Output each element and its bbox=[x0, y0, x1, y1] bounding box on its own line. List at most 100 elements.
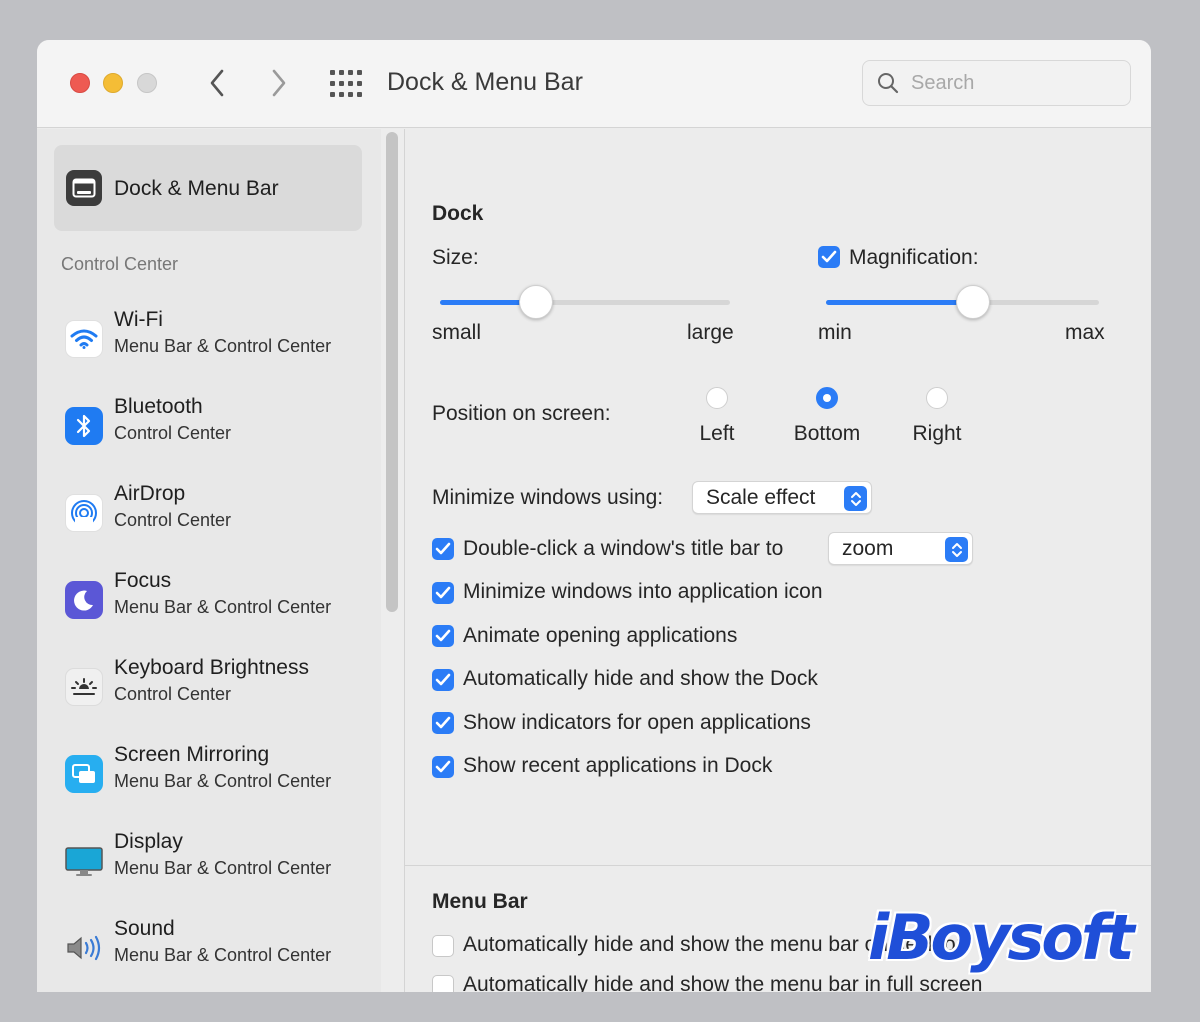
section-divider bbox=[405, 865, 1151, 866]
sidebar-item-dock-menu-bar[interactable]: Dock & Menu Bar bbox=[54, 145, 362, 231]
dock-menu-bar-icon bbox=[66, 170, 102, 206]
sidebar-item-subtitle: Control Center bbox=[114, 684, 232, 704]
minimize-into-icon-checkbox[interactable] bbox=[432, 582, 454, 604]
position-left-label: Left bbox=[699, 422, 735, 445]
show-recent-apps-label: Show recent applications in Dock bbox=[463, 754, 773, 777]
sidebar-item-title: Wi-Fi bbox=[114, 308, 163, 331]
airdrop-icon bbox=[65, 494, 103, 532]
screen-mirroring-icon bbox=[65, 755, 103, 793]
system-preferences-window: Dock & Menu Bar Dock & Menu Bar Control … bbox=[37, 40, 1151, 992]
up-down-chevron-icon bbox=[945, 537, 968, 562]
sidebar-item-subtitle: Menu Bar & Control Center bbox=[114, 771, 332, 791]
position-label: Position on screen: bbox=[432, 402, 611, 425]
magnification-checkbox[interactable] bbox=[818, 246, 840, 268]
chevron-right-icon bbox=[272, 69, 286, 97]
search-field[interactable] bbox=[862, 60, 1131, 106]
search-icon bbox=[878, 73, 899, 94]
magnification-slider[interactable] bbox=[826, 285, 1099, 319]
position-right-label: Right bbox=[912, 422, 962, 445]
show-indicators-checkbox[interactable] bbox=[432, 712, 454, 734]
checkmark-icon bbox=[435, 716, 451, 729]
checkmark-icon bbox=[435, 673, 451, 686]
double-click-action-popup[interactable]: zoom bbox=[828, 532, 973, 565]
magnification-slider-knob[interactable] bbox=[956, 285, 990, 319]
position-right-radio[interactable] bbox=[926, 387, 948, 409]
sidebar: Dock & Menu Bar Control Center Wi-Fi Men… bbox=[37, 129, 381, 992]
size-max-label: large bbox=[687, 321, 734, 344]
sidebar-item-display[interactable]: Display Menu Bar & Control Center bbox=[37, 827, 381, 897]
sidebar-scroll-thumb[interactable] bbox=[386, 132, 398, 612]
position-bottom-label: Bottom bbox=[793, 422, 861, 445]
checkmark-icon bbox=[435, 542, 451, 555]
sidebar-item-subtitle: Menu Bar & Control Center bbox=[114, 858, 332, 878]
wifi-icon bbox=[65, 320, 103, 358]
sidebar-item-title: Screen Mirroring bbox=[114, 743, 270, 766]
search-input[interactable] bbox=[911, 71, 1111, 95]
up-down-chevron-icon bbox=[844, 486, 867, 511]
minimize-button[interactable] bbox=[103, 73, 123, 93]
keyboard-brightness-icon bbox=[65, 668, 103, 706]
sidebar-item-bluetooth[interactable]: Bluetooth Control Center bbox=[37, 392, 381, 462]
minimize-effect-value: Scale effect bbox=[706, 485, 816, 509]
sidebar-item-keyboard-brightness[interactable]: Keyboard Brightness Control Center bbox=[37, 653, 381, 723]
double-click-action-value: zoom bbox=[842, 536, 894, 560]
zoom-button bbox=[137, 73, 157, 93]
sidebar-item-focus[interactable]: Focus Menu Bar & Control Center bbox=[37, 566, 381, 636]
show-all-grid-icon[interactable] bbox=[329, 69, 363, 99]
sidebar-item-screen-mirroring[interactable]: Screen Mirroring Menu Bar & Control Cent… bbox=[37, 740, 381, 810]
size-min-label: small bbox=[432, 321, 482, 344]
position-left-radio[interactable] bbox=[706, 387, 728, 409]
sidebar-item-title: Focus bbox=[114, 569, 172, 592]
autohide-dock-checkbox[interactable] bbox=[432, 669, 454, 691]
iboysoft-watermark: iBoysoft bbox=[868, 901, 1135, 974]
show-indicators-label: Show indicators for open applications bbox=[463, 711, 811, 734]
sidebar-item-wifi[interactable]: Wi-Fi Menu Bar & Control Center bbox=[37, 305, 381, 375]
sidebar-item-subtitle: Menu Bar & Control Center bbox=[114, 336, 332, 356]
animate-opening-label: Animate opening applications bbox=[463, 624, 738, 647]
checkmark-icon bbox=[435, 586, 451, 599]
double-click-label: Double-click a window's title bar to bbox=[463, 537, 784, 560]
magnification-slider-fill bbox=[826, 300, 973, 305]
magnification-max-label: max bbox=[1065, 321, 1105, 344]
close-button[interactable] bbox=[70, 73, 90, 93]
autohide-menubar-desktop-checkbox[interactable] bbox=[432, 935, 454, 957]
sidebar-section-header: Control Center bbox=[61, 254, 179, 274]
double-click-checkbox[interactable] bbox=[432, 538, 454, 560]
position-bottom-radio[interactable] bbox=[816, 387, 838, 409]
sidebar-item-subtitle: Control Center bbox=[114, 510, 232, 530]
checkmark-icon bbox=[435, 629, 451, 642]
chevron-left-icon bbox=[210, 69, 224, 97]
forward-button[interactable] bbox=[262, 66, 296, 100]
animate-opening-checkbox[interactable] bbox=[432, 625, 454, 647]
title-bar: Dock & Menu Bar bbox=[37, 40, 1151, 128]
back-button[interactable] bbox=[200, 66, 234, 100]
sidebar-item-airdrop[interactable]: AirDrop Control Center bbox=[37, 479, 381, 549]
autohide-menubar-fullscreen-checkbox[interactable] bbox=[432, 975, 454, 992]
speaker-icon bbox=[65, 929, 103, 967]
minimize-effect-popup[interactable]: Scale effect bbox=[692, 481, 872, 514]
minimize-label: Minimize windows using: bbox=[432, 486, 664, 509]
bluetooth-icon bbox=[65, 407, 103, 445]
autohide-dock-label: Automatically hide and show the Dock bbox=[463, 667, 818, 690]
sidebar-item-subtitle: Menu Bar & Control Center bbox=[114, 597, 332, 617]
sidebar-item-sound[interactable]: Sound Menu Bar & Control Center bbox=[37, 914, 381, 984]
sidebar-item-title: Keyboard Brightness bbox=[114, 656, 309, 679]
size-slider[interactable] bbox=[440, 285, 730, 319]
minimize-into-icon-label: Minimize windows into application icon bbox=[463, 580, 823, 603]
size-slider-knob[interactable] bbox=[519, 285, 553, 319]
autohide-menubar-fullscreen-label: Automatically hide and show the menu bar… bbox=[463, 973, 983, 992]
sidebar-item-title: Sound bbox=[114, 917, 175, 940]
menu-bar-section-header: Menu Bar bbox=[432, 890, 528, 913]
sidebar-item-subtitle: Menu Bar & Control Center bbox=[114, 945, 332, 965]
moon-icon bbox=[65, 581, 103, 619]
sidebar-item-subtitle: Control Center bbox=[114, 423, 232, 443]
show-recent-apps-checkbox[interactable] bbox=[432, 756, 454, 778]
checkmark-icon bbox=[821, 250, 837, 263]
settings-pane: Dock Size: small large Magnification: mi… bbox=[405, 129, 1151, 992]
magnification-min-label: min bbox=[818, 321, 852, 344]
sidebar-item-title: Display bbox=[114, 830, 183, 853]
dock-section-header: Dock bbox=[432, 202, 484, 225]
sidebar-item-title: Bluetooth bbox=[114, 395, 203, 418]
sidebar-item-label: Dock & Menu Bar bbox=[114, 177, 279, 200]
magnification-label: Magnification: bbox=[849, 246, 979, 269]
